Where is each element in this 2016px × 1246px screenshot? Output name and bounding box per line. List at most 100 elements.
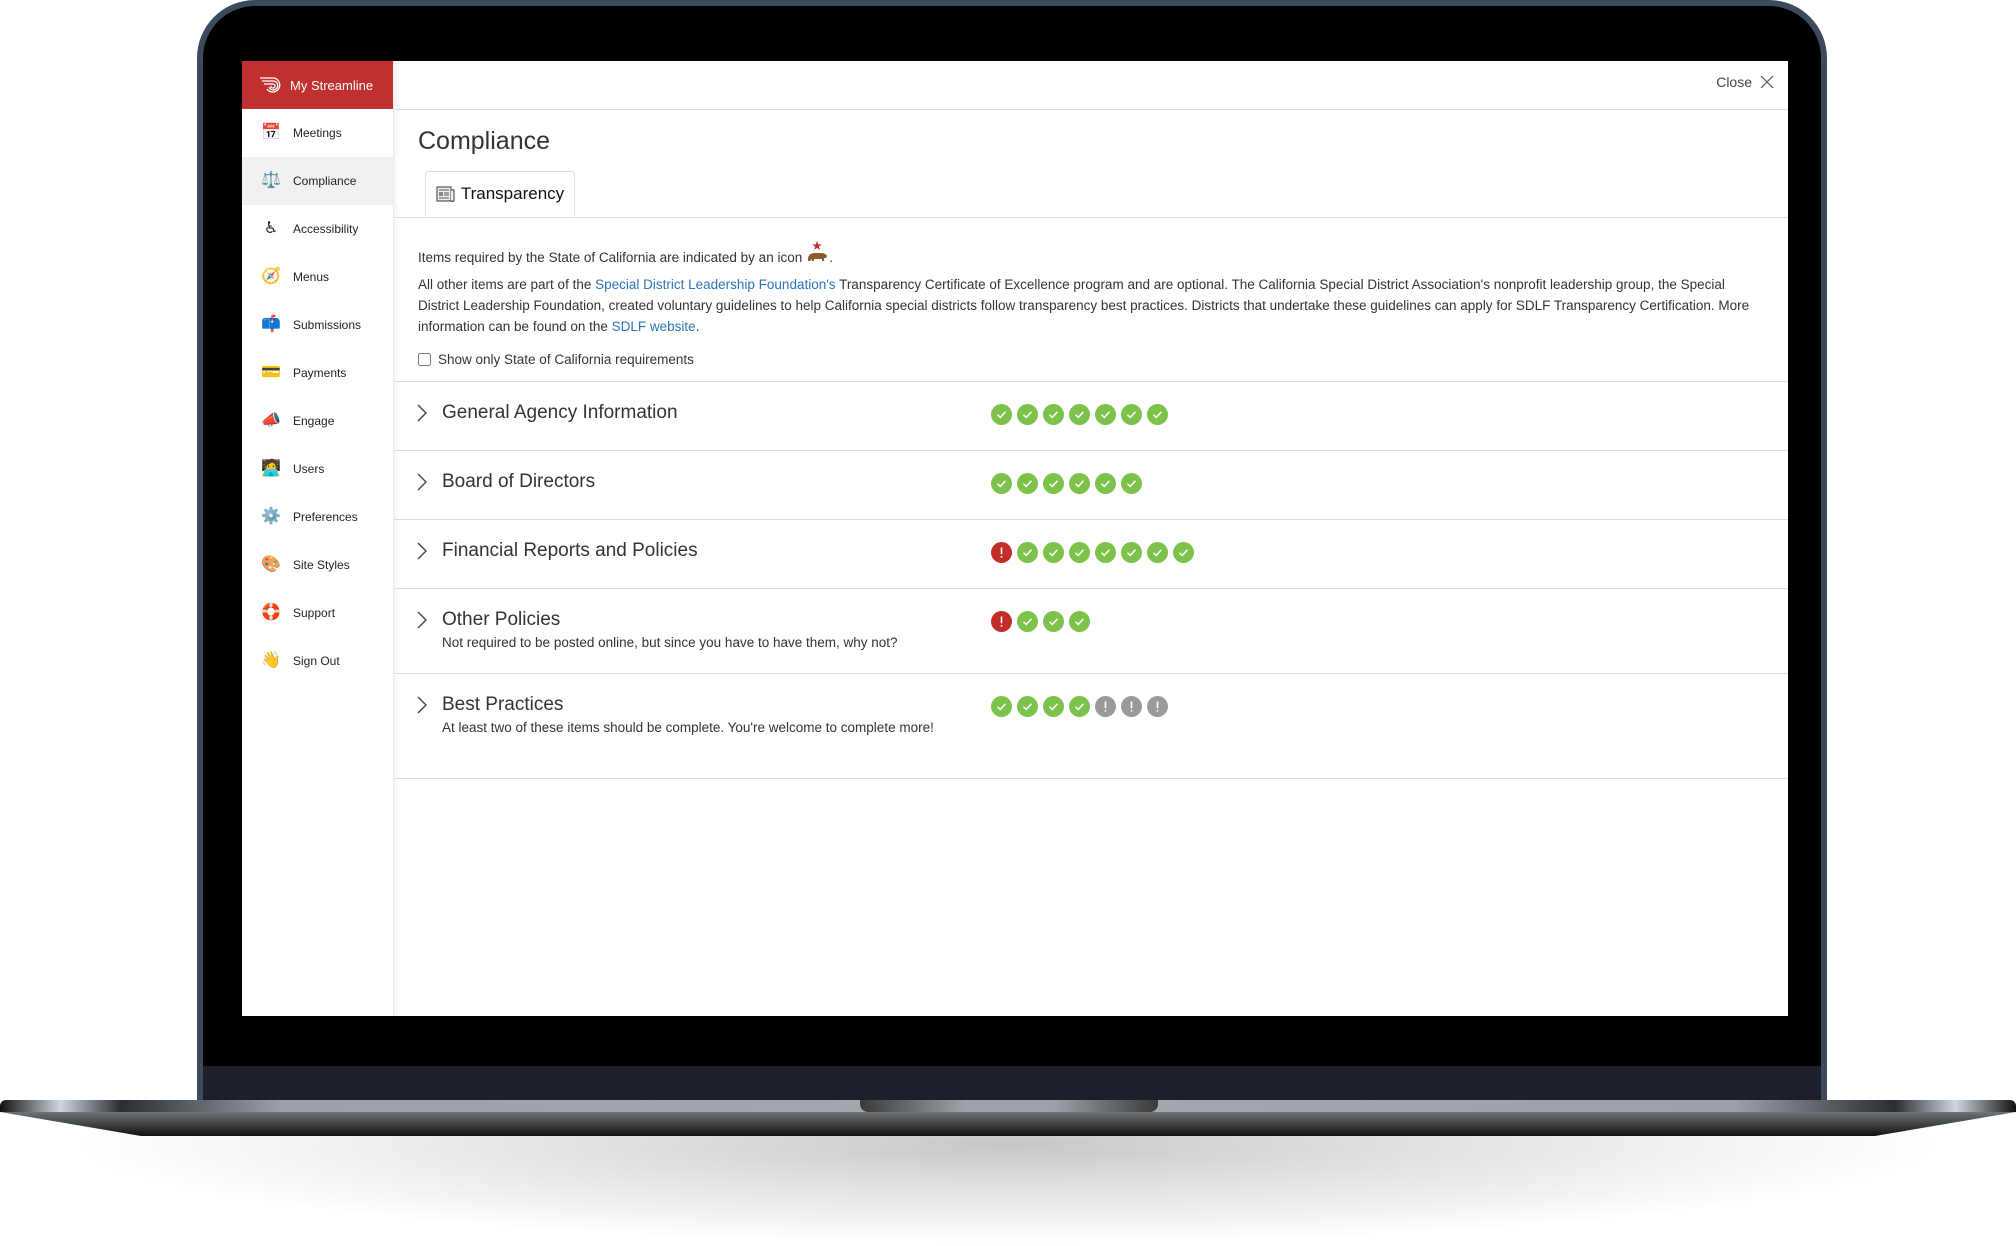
section-row[interactable]: Financial Reports and Policies	[394, 519, 1788, 588]
check-circle-icon[interactable]	[1017, 542, 1038, 563]
chevron-right-icon[interactable]	[416, 541, 428, 561]
error-circle-icon[interactable]	[991, 611, 1012, 632]
newspaper-icon	[436, 186, 455, 203]
page-title: Compliance	[418, 127, 551, 155]
tab-label: Transparency	[460, 184, 565, 203]
brand-label: My Streamline	[290, 77, 374, 93]
check-circle-icon[interactable]	[1173, 542, 1194, 563]
megaphone-icon: 📣	[261, 412, 281, 429]
sidebar-item-label: Preferences	[293, 510, 358, 524]
sidebar-item-preferences[interactable]: ⚙️ Preferences	[242, 493, 393, 541]
check-circle-icon[interactable]	[1017, 404, 1038, 425]
section-subtitle: Not required to be posted online, but si…	[442, 635, 898, 650]
compass-icon: 🧭	[261, 268, 281, 285]
sidebar-item-compliance[interactable]: ⚖️ Compliance	[242, 157, 393, 205]
sidebar-item-label: Users	[293, 462, 325, 476]
check-circle-icon[interactable]	[1095, 542, 1116, 563]
sidebar-item-label: Compliance	[293, 174, 357, 188]
intro-text: Items required by the State of Californi…	[418, 241, 833, 265]
chevron-right-icon[interactable]	[416, 695, 428, 715]
sidebar-item-payments[interactable]: 💳 Payments	[242, 349, 393, 397]
sidebar-item-label: Menus	[293, 270, 330, 284]
sidebar-item-users[interactable]: 🧑‍💻 Users	[242, 445, 393, 493]
check-circle-icon[interactable]	[1017, 696, 1038, 717]
check-circle-icon[interactable]	[1069, 696, 1090, 717]
section-row[interactable]: General Agency Information	[394, 381, 1788, 450]
check-circle-icon[interactable]	[1017, 611, 1038, 632]
chevron-right-icon[interactable]	[416, 610, 428, 630]
check-circle-icon[interactable]	[1147, 404, 1168, 425]
state-filter-label: Show only State of California requiremen…	[438, 352, 694, 367]
chevron-right-icon[interactable]	[416, 403, 428, 423]
sidebar-item-sign-out[interactable]: 👋 Sign Out	[242, 637, 393, 685]
close-label: Close	[1716, 74, 1752, 90]
warning-circle-icon[interactable]	[1095, 696, 1116, 717]
description-paragraph: All other items are part of the Special …	[418, 277, 1750, 334]
tab-strip-divider	[394, 217, 1788, 218]
wheelchair-icon: ♿	[263, 220, 279, 237]
sidebar-item-support[interactable]: 🛟 Support	[242, 589, 393, 637]
section-row[interactable]: Best Practices At least two of these item…	[394, 673, 1788, 779]
sdlf-foundation-link[interactable]: Special District Leadership Foundation's	[595, 277, 835, 292]
section-title: General Agency Information	[442, 402, 678, 423]
sidebar-item-label: Support	[293, 606, 336, 620]
tab-transparency[interactable]: Transparency	[425, 171, 575, 217]
check-circle-icon[interactable]	[1121, 473, 1142, 494]
laptop-notch	[860, 1100, 1158, 1112]
warning-circle-icon[interactable]	[1121, 696, 1142, 717]
sidebar-item-label: Engage	[293, 414, 335, 428]
palette-icon: 🎨	[261, 556, 281, 573]
mailbox-icon: 📫	[261, 316, 281, 333]
check-circle-icon[interactable]	[1043, 542, 1064, 563]
app-screen: My Streamline 📅 Meetings ⚖️ Compliance ♿ Acce…	[242, 61, 1788, 1016]
sidebar-item-meetings[interactable]: 📅 Meetings	[242, 109, 393, 157]
state-only-checkbox[interactable]	[418, 353, 431, 366]
check-circle-icon[interactable]	[1095, 473, 1116, 494]
sidebar-item-submissions[interactable]: 📫 Submissions	[242, 301, 393, 349]
sidebar-item-label: Payments	[293, 366, 347, 380]
sidebar-item-label: Submissions	[293, 318, 362, 332]
laptop-shadow	[60, 1120, 1956, 1246]
streamline-logo-icon	[260, 77, 281, 93]
check-circle-icon[interactable]	[1017, 473, 1038, 494]
sidebar-item-site-styles[interactable]: 🎨 Site Styles	[242, 541, 393, 589]
error-circle-icon[interactable]	[991, 542, 1012, 563]
chevron-right-icon[interactable]	[416, 472, 428, 492]
close-button[interactable]: Close	[1716, 74, 1774, 90]
check-circle-icon[interactable]	[1043, 611, 1064, 632]
sidebar-item-label: Meetings	[293, 126, 342, 140]
sidebar-item-accessibility[interactable]: ♿ Accessibility	[242, 205, 393, 253]
check-circle-icon[interactable]	[1043, 696, 1064, 717]
credit-card-icon: 💳	[261, 364, 281, 381]
check-circle-icon[interactable]	[1043, 404, 1064, 425]
brand-home-button[interactable]: My Streamline	[242, 61, 393, 109]
check-circle-icon[interactable]	[991, 404, 1012, 425]
check-circle-icon[interactable]	[1069, 611, 1090, 632]
check-circle-icon[interactable]	[1121, 404, 1142, 425]
check-circle-icon[interactable]	[1095, 404, 1116, 425]
compliance-sections: General Agency Information Board of Direc…	[394, 381, 1788, 779]
section-status-list	[991, 611, 1095, 632]
section-row[interactable]: Board of Directors	[394, 450, 1788, 519]
section-status-list	[991, 542, 1199, 563]
check-circle-icon[interactable]	[1069, 404, 1090, 425]
check-circle-icon[interactable]	[1069, 473, 1090, 494]
technologist-icon: 🧑‍💻	[261, 460, 281, 477]
check-circle-icon[interactable]	[1043, 473, 1064, 494]
warning-circle-icon[interactable]	[1147, 696, 1168, 717]
section-title: Best Practices	[442, 694, 564, 715]
top-bar: Close	[394, 61, 1788, 110]
state-filter[interactable]: Show only State of California requiremen…	[418, 352, 694, 367]
check-circle-icon[interactable]	[1069, 542, 1090, 563]
sidebar-item-engage[interactable]: 📣 Engage	[242, 397, 393, 445]
sidebar-item-menus[interactable]: 🧭 Menus	[242, 253, 393, 301]
section-title: Board of Directors	[442, 471, 596, 492]
section-title: Financial Reports and Policies	[442, 540, 698, 561]
section-row[interactable]: Other Policies Not required to be posted …	[394, 588, 1788, 673]
sdlf-website-link[interactable]: SDLF website	[612, 319, 696, 334]
check-circle-icon[interactable]	[991, 473, 1012, 494]
check-circle-icon[interactable]	[1147, 542, 1168, 563]
check-circle-icon[interactable]	[1121, 542, 1142, 563]
check-circle-icon[interactable]	[991, 696, 1012, 717]
calendar-icon: 📅	[261, 124, 281, 141]
